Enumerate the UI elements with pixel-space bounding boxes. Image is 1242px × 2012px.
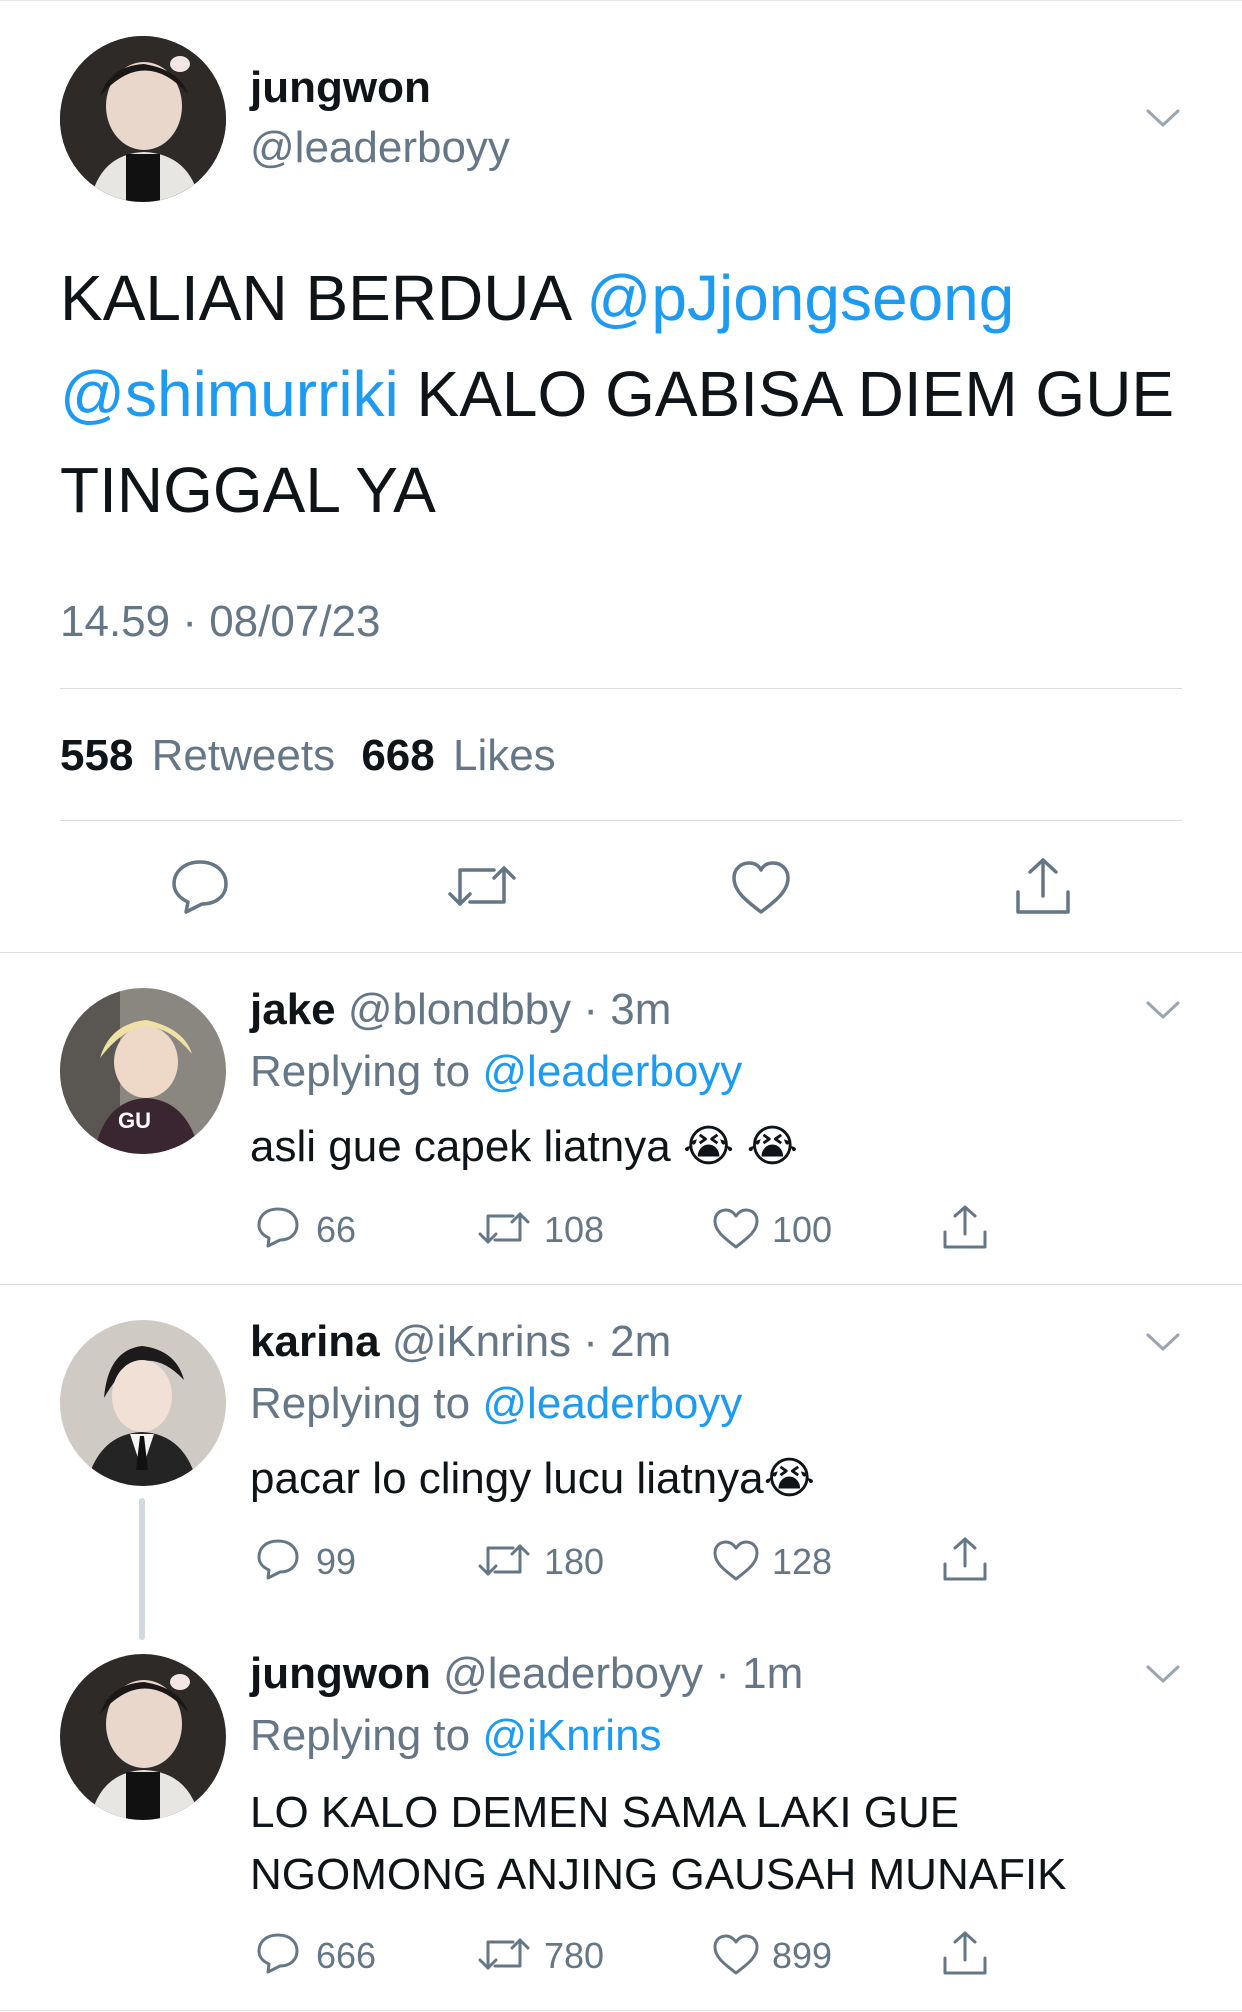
retweet-count[interactable]: 780 xyxy=(544,1936,604,1976)
separator-dot: · xyxy=(571,985,611,1034)
chevron-down-icon[interactable] xyxy=(1146,1000,1180,1020)
like-icon[interactable] xyxy=(730,860,792,916)
reply-author-handle[interactable]: @leaderboyy xyxy=(443,1649,703,1698)
separator-dot: · xyxy=(571,1317,611,1366)
reply-text: pacar lo clingy lucu liatnya😭 xyxy=(250,1454,816,1503)
mention-link[interactable]: @leaderboyy xyxy=(482,1047,742,1096)
reply-time[interactable]: 2m xyxy=(610,1317,671,1366)
reply-time[interactable]: 1m xyxy=(742,1649,803,1698)
reply-header: karina @iKnrins · 2m xyxy=(250,1314,671,1370)
likes-count[interactable]: 668 xyxy=(361,731,434,780)
reply-count[interactable]: 66 xyxy=(316,1210,356,1250)
reply-icon[interactable] xyxy=(256,1932,300,1974)
divider xyxy=(0,952,1242,953)
svg-text:GU: GU xyxy=(118,1108,151,1133)
avatar[interactable]: GU xyxy=(60,988,226,1154)
replying-to: Replying to @iKnrins xyxy=(250,1711,662,1760)
like-count[interactable]: 899 xyxy=(772,1936,832,1976)
like-count[interactable]: 100 xyxy=(772,1210,832,1250)
bottom-divider xyxy=(0,2010,1242,2011)
thread-line xyxy=(139,1498,145,1640)
reply-text-line-1: LO KALO DEMEN SAMA LAKI GUE xyxy=(250,1788,960,1837)
reply-icon[interactable] xyxy=(256,1538,300,1580)
retweet-icon[interactable] xyxy=(448,860,516,912)
mention-link[interactable]: @leaderboyy xyxy=(482,1379,742,1428)
retweet-icon[interactable] xyxy=(478,1934,530,1974)
like-icon[interactable] xyxy=(712,1540,760,1582)
like-icon[interactable] xyxy=(712,1208,760,1250)
mention-link[interactable]: @shimurriki xyxy=(60,358,399,430)
divider xyxy=(60,688,1182,689)
reply-author-name[interactable]: jake xyxy=(250,985,336,1034)
divider xyxy=(0,1284,1242,1285)
reply-author-handle[interactable]: @iKnrins xyxy=(392,1317,571,1366)
avatar[interactable] xyxy=(60,1320,226,1486)
tweet-timestamp[interactable]: 14.59 · 08/07/23 xyxy=(60,596,380,648)
chevron-down-icon[interactable] xyxy=(1146,108,1180,128)
share-icon[interactable] xyxy=(942,1536,988,1582)
reply-icon[interactable] xyxy=(170,858,230,914)
mention-link[interactable]: @pJjongseong xyxy=(586,262,1014,334)
share-icon[interactable] xyxy=(942,1204,988,1250)
share-icon[interactable] xyxy=(942,1930,988,1976)
retweet-count[interactable]: 180 xyxy=(544,1542,604,1582)
divider xyxy=(60,820,1182,821)
reply-author-handle[interactable]: @blondbby xyxy=(348,985,571,1034)
tweet-text-line-1: KALIAN BERDUA @pJjongseong xyxy=(60,262,1015,334)
reply-author-name[interactable]: karina xyxy=(250,1317,380,1366)
retweet-icon[interactable] xyxy=(478,1208,530,1248)
avatar[interactable] xyxy=(60,1654,226,1820)
chevron-down-icon[interactable] xyxy=(1146,1664,1180,1684)
replying-to: Replying to @leaderboyy xyxy=(250,1047,743,1096)
reply-icon[interactable] xyxy=(256,1206,300,1248)
reply-time[interactable]: 3m xyxy=(610,985,671,1034)
reply-text: asli gue capek liatnya 😭 😭 xyxy=(250,1122,798,1171)
reply-header: jungwon @leaderboyy · 1m xyxy=(250,1646,803,1702)
retweets-count[interactable]: 558 xyxy=(60,731,133,780)
replying-to: Replying to @leaderboyy xyxy=(250,1379,743,1428)
reply-text-line-2: NGOMONG ANJING GAUSAH MUNAFIK xyxy=(250,1850,1067,1899)
reply-header: jake @blondbby · 3m xyxy=(250,982,671,1038)
retweet-icon[interactable] xyxy=(478,1540,530,1580)
retweets-label[interactable]: Retweets xyxy=(152,731,335,780)
author-name[interactable]: jungwon xyxy=(250,62,431,114)
retweet-count[interactable]: 108 xyxy=(544,1210,604,1250)
likes-label[interactable]: Likes xyxy=(453,731,556,780)
reply-count[interactable]: 666 xyxy=(316,1936,376,1976)
reply-text: LO KALO DEMEN SAMA LAKI GUE NGOMONG ANJI… xyxy=(250,1782,1067,1906)
tweet-text: KALIAN BERDUA @pJjongseong @shimurriki K… xyxy=(60,250,1190,538)
tweet-stats: 558 Retweets 668 Likes xyxy=(60,730,556,782)
author-handle[interactable]: @leaderboyy xyxy=(250,122,510,174)
tweet-text-line-2: @shimurriki KALO GABISA DIEM GUE xyxy=(60,358,1175,430)
separator-dot: · xyxy=(703,1649,743,1698)
chevron-down-icon[interactable] xyxy=(1146,1332,1180,1352)
mention-link[interactable]: @iKnrins xyxy=(482,1711,661,1760)
like-icon[interactable] xyxy=(712,1934,760,1976)
like-count[interactable]: 128 xyxy=(772,1542,832,1582)
share-icon[interactable] xyxy=(1014,856,1072,916)
reply-count[interactable]: 99 xyxy=(316,1542,356,1582)
avatar[interactable] xyxy=(60,36,226,202)
tweet-text-line-3: TINGGAL YA xyxy=(60,454,436,526)
top-divider xyxy=(0,0,1242,1)
reply-author-name[interactable]: jungwon xyxy=(250,1649,431,1698)
